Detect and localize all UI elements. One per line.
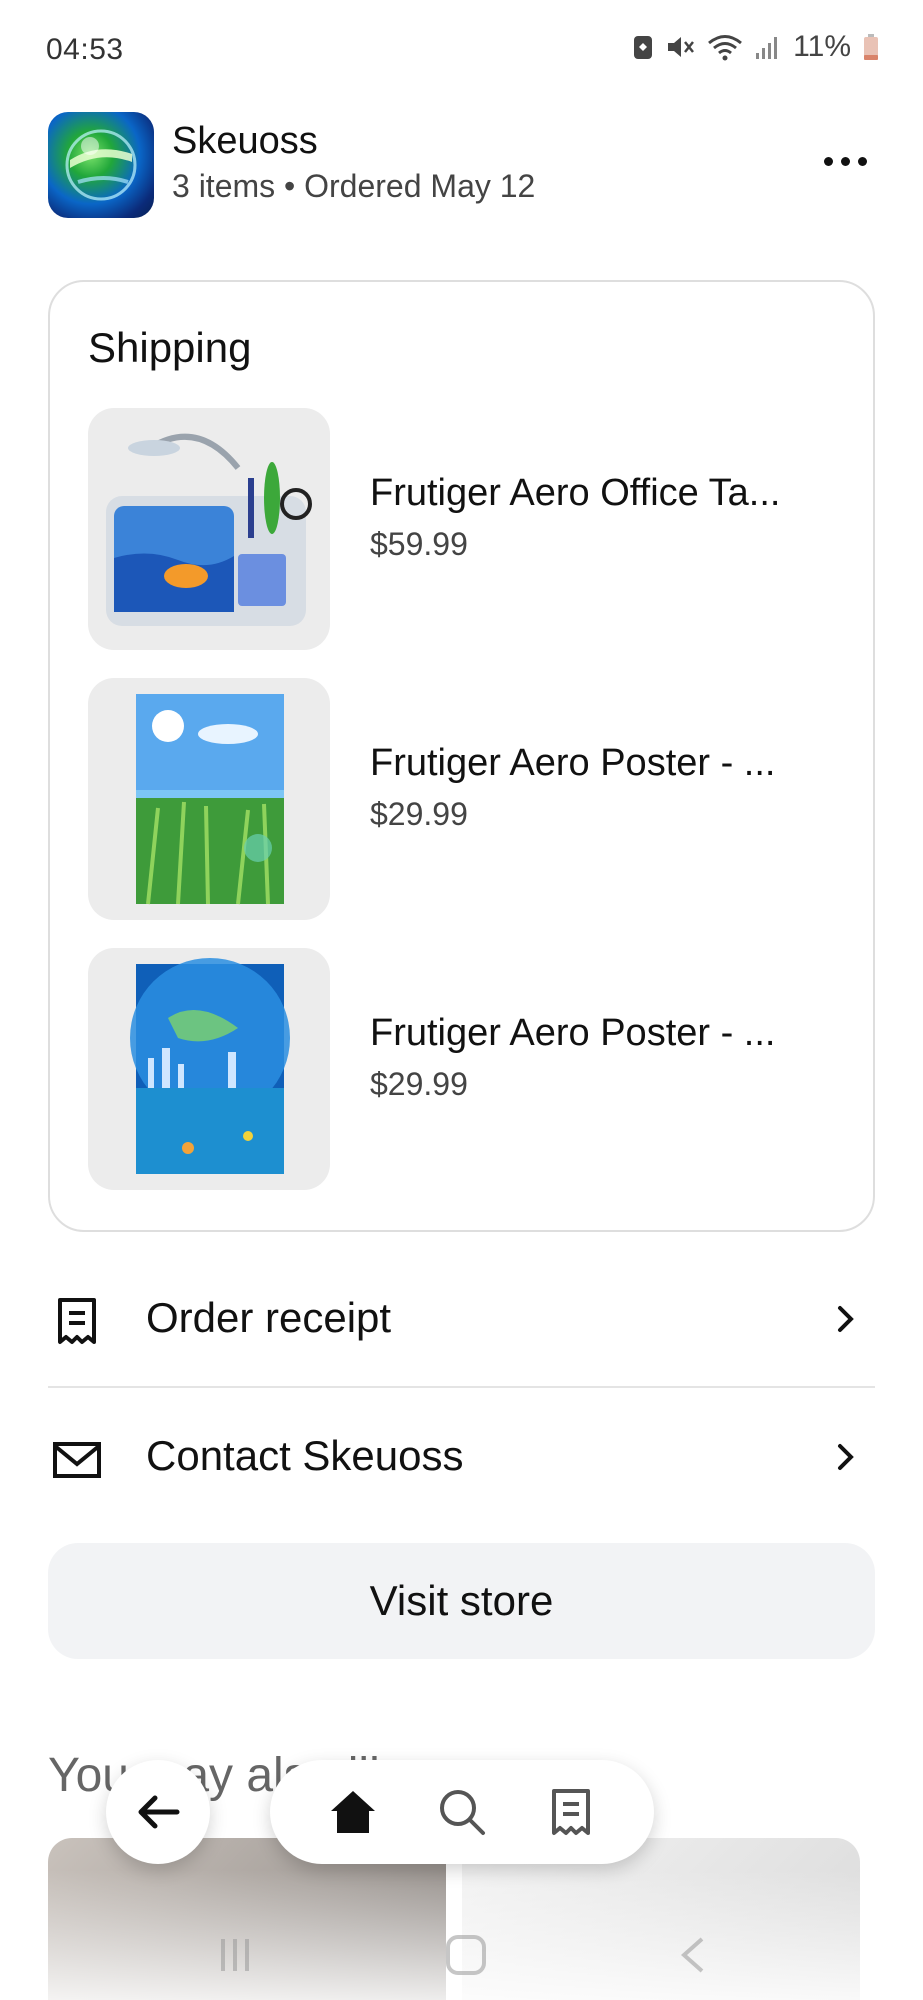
more-horizontal-icon [823,156,833,166]
divider [48,1386,875,1388]
nav-home[interactable] [321,1780,385,1844]
home-icon [330,1791,375,1833]
status-time: 04:53 [46,33,124,66]
shop-logo[interactable] [48,112,154,218]
shipping-title: Shipping [88,324,252,371]
order-meta: 3 items • Ordered May 12 [172,168,536,204]
battery-icon [864,34,878,60]
receipt-icon [552,1789,591,1835]
item-price: $59.99 [370,526,468,562]
shop-name[interactable]: Skeuoss [172,120,318,163]
wifi-icon [708,35,743,61]
item-thumbnail[interactable] [88,678,330,920]
shipping-card: Shipping Frutiger Aero Office Ta... $59.… [48,280,875,1232]
order-receipt-row[interactable]: Order receipt [48,1258,875,1378]
order-item[interactable]: Frutiger Aero Poster - ... $29.99 [88,678,848,920]
system-navigation [0,1910,923,2000]
recent-apps-icon[interactable] [215,1935,255,1975]
back-arrow-icon [138,1795,180,1829]
order-item[interactable]: Frutiger Aero Poster - ... $29.99 [88,948,848,1190]
order-receipt-label: Order receipt [146,1294,392,1341]
visit-store-button[interactable]: Visit store [48,1543,875,1659]
home-system-icon[interactable] [444,1933,488,1977]
sim-icon [634,36,653,59]
item-thumbnail[interactable] [88,408,330,650]
signal-icon [756,37,778,59]
nav-orders[interactable] [539,1780,603,1844]
contact-shop-row[interactable]: Contact Skeuoss [48,1396,875,1516]
item-name[interactable]: Frutiger Aero Poster - ... [370,1012,775,1055]
mail-icon [53,1442,101,1478]
item-name[interactable]: Frutiger Aero Poster - ... [370,742,775,785]
order-item[interactable]: Frutiger Aero Office Ta... $59.99 [88,408,848,650]
chevron-right-icon [838,1444,854,1470]
back-system-icon[interactable] [678,1935,708,1975]
item-price: $29.99 [370,796,468,832]
bottom-nav [270,1760,654,1864]
receipt-icon [58,1298,96,1344]
status-bar: 04:53 11% [0,0,923,100]
status-icons: 11% [633,30,879,64]
item-price: $29.99 [370,1066,468,1102]
nav-search[interactable] [430,1780,494,1844]
search-icon [439,1790,485,1835]
chevron-right-icon [838,1306,854,1332]
battery-text: 11% [793,30,851,63]
item-name[interactable]: Frutiger Aero Office Ta... [370,472,780,515]
mute-icon [668,37,695,57]
back-button[interactable] [106,1760,210,1864]
item-thumbnail[interactable] [88,948,330,1190]
shop-header: Skeuoss 3 items • Ordered May 12 [48,110,875,218]
contact-label: Contact Skeuoss [146,1432,464,1479]
more-options-button[interactable] [815,146,875,176]
